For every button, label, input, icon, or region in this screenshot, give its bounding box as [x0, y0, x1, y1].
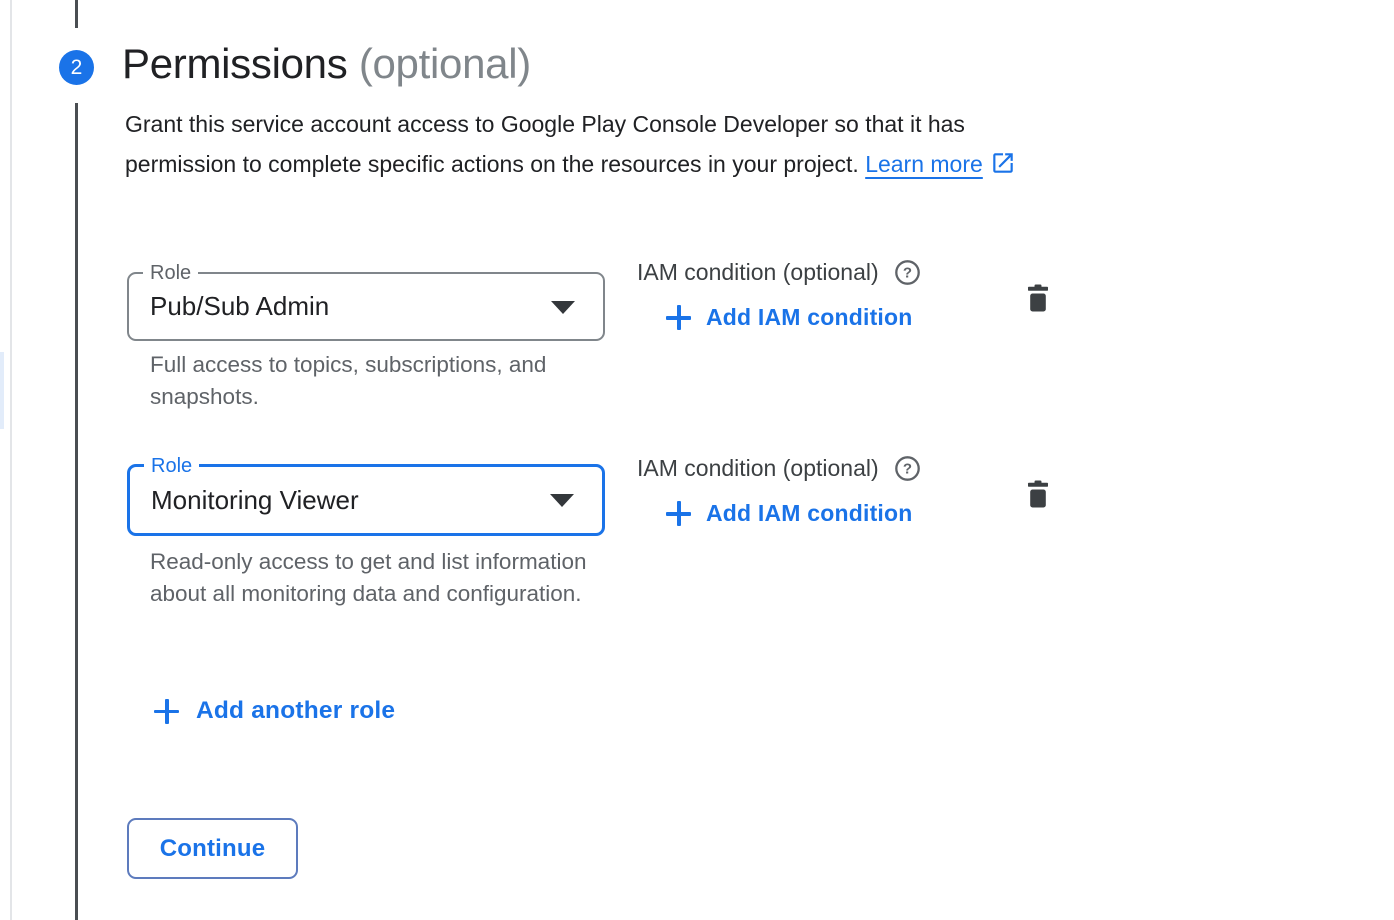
stepper-connector-bottom	[75, 103, 78, 920]
description-paragraph: Grant this service account access to Goo…	[125, 104, 1025, 188]
help-icon[interactable]: ?	[894, 259, 921, 286]
nav-highlight-strip	[0, 352, 4, 429]
iam-condition-label: IAM condition (optional)	[637, 258, 879, 287]
description-text: Grant this service account access to Goo…	[125, 111, 965, 177]
iam-condition-label: IAM condition (optional)	[637, 454, 879, 483]
iam-condition-block-1: IAM condition (optional) ? Add IAM condi…	[637, 258, 1057, 331]
step-2-badge: 2	[59, 50, 94, 85]
plus-icon	[666, 501, 691, 526]
role-1-helper-text: Full access to topics, subscriptions, an…	[150, 349, 595, 412]
add-another-role-label: Add another role	[196, 697, 395, 725]
page-title: Permissions (optional)	[122, 40, 531, 88]
delete-role-1-button[interactable]	[1024, 283, 1052, 313]
role-select-2[interactable]: Role Monitoring Viewer	[127, 464, 605, 536]
svg-text:?: ?	[903, 461, 912, 478]
role-select-1[interactable]: Role Pub/Sub Admin	[127, 272, 605, 341]
role-select-2-value: Monitoring Viewer	[151, 467, 359, 533]
add-iam-condition-button-2[interactable]: Add IAM condition	[666, 500, 1057, 527]
permissions-step-page: { "stepper": { "step_number": "2" }, "he…	[0, 0, 1394, 920]
iam-condition-block-2: IAM condition (optional) ? Add IAM condi…	[637, 454, 1057, 527]
stepper-connector-top	[75, 0, 78, 28]
panel-divider	[10, 0, 12, 920]
learn-more-link[interactable]: Learn more	[865, 151, 983, 177]
svg-text:?: ?	[903, 265, 912, 282]
step-number: 2	[71, 56, 83, 80]
help-icon[interactable]: ?	[894, 455, 921, 482]
continue-button[interactable]: Continue	[127, 818, 298, 879]
role-select-1-value: Pub/Sub Admin	[150, 274, 329, 339]
role-2-helper-text: Read-only access to get and list informa…	[150, 546, 595, 609]
add-iam-condition-label: Add IAM condition	[706, 304, 913, 331]
continue-button-label: Continue	[160, 835, 266, 863]
add-iam-condition-label: Add IAM condition	[706, 500, 913, 527]
page-title-optional: (optional)	[359, 40, 531, 87]
plus-icon	[666, 305, 691, 330]
add-another-role-button[interactable]: Add another role	[154, 697, 395, 725]
trash-icon	[1024, 301, 1052, 316]
delete-role-2-button[interactable]	[1024, 479, 1052, 509]
add-iam-condition-button-1[interactable]: Add IAM condition	[666, 304, 1057, 331]
external-link-icon	[990, 148, 1016, 188]
page-title-text: Permissions	[122, 40, 347, 87]
plus-icon	[154, 699, 179, 724]
dropdown-arrow-icon	[551, 301, 575, 314]
trash-icon	[1024, 497, 1052, 512]
dropdown-arrow-icon	[550, 494, 574, 507]
